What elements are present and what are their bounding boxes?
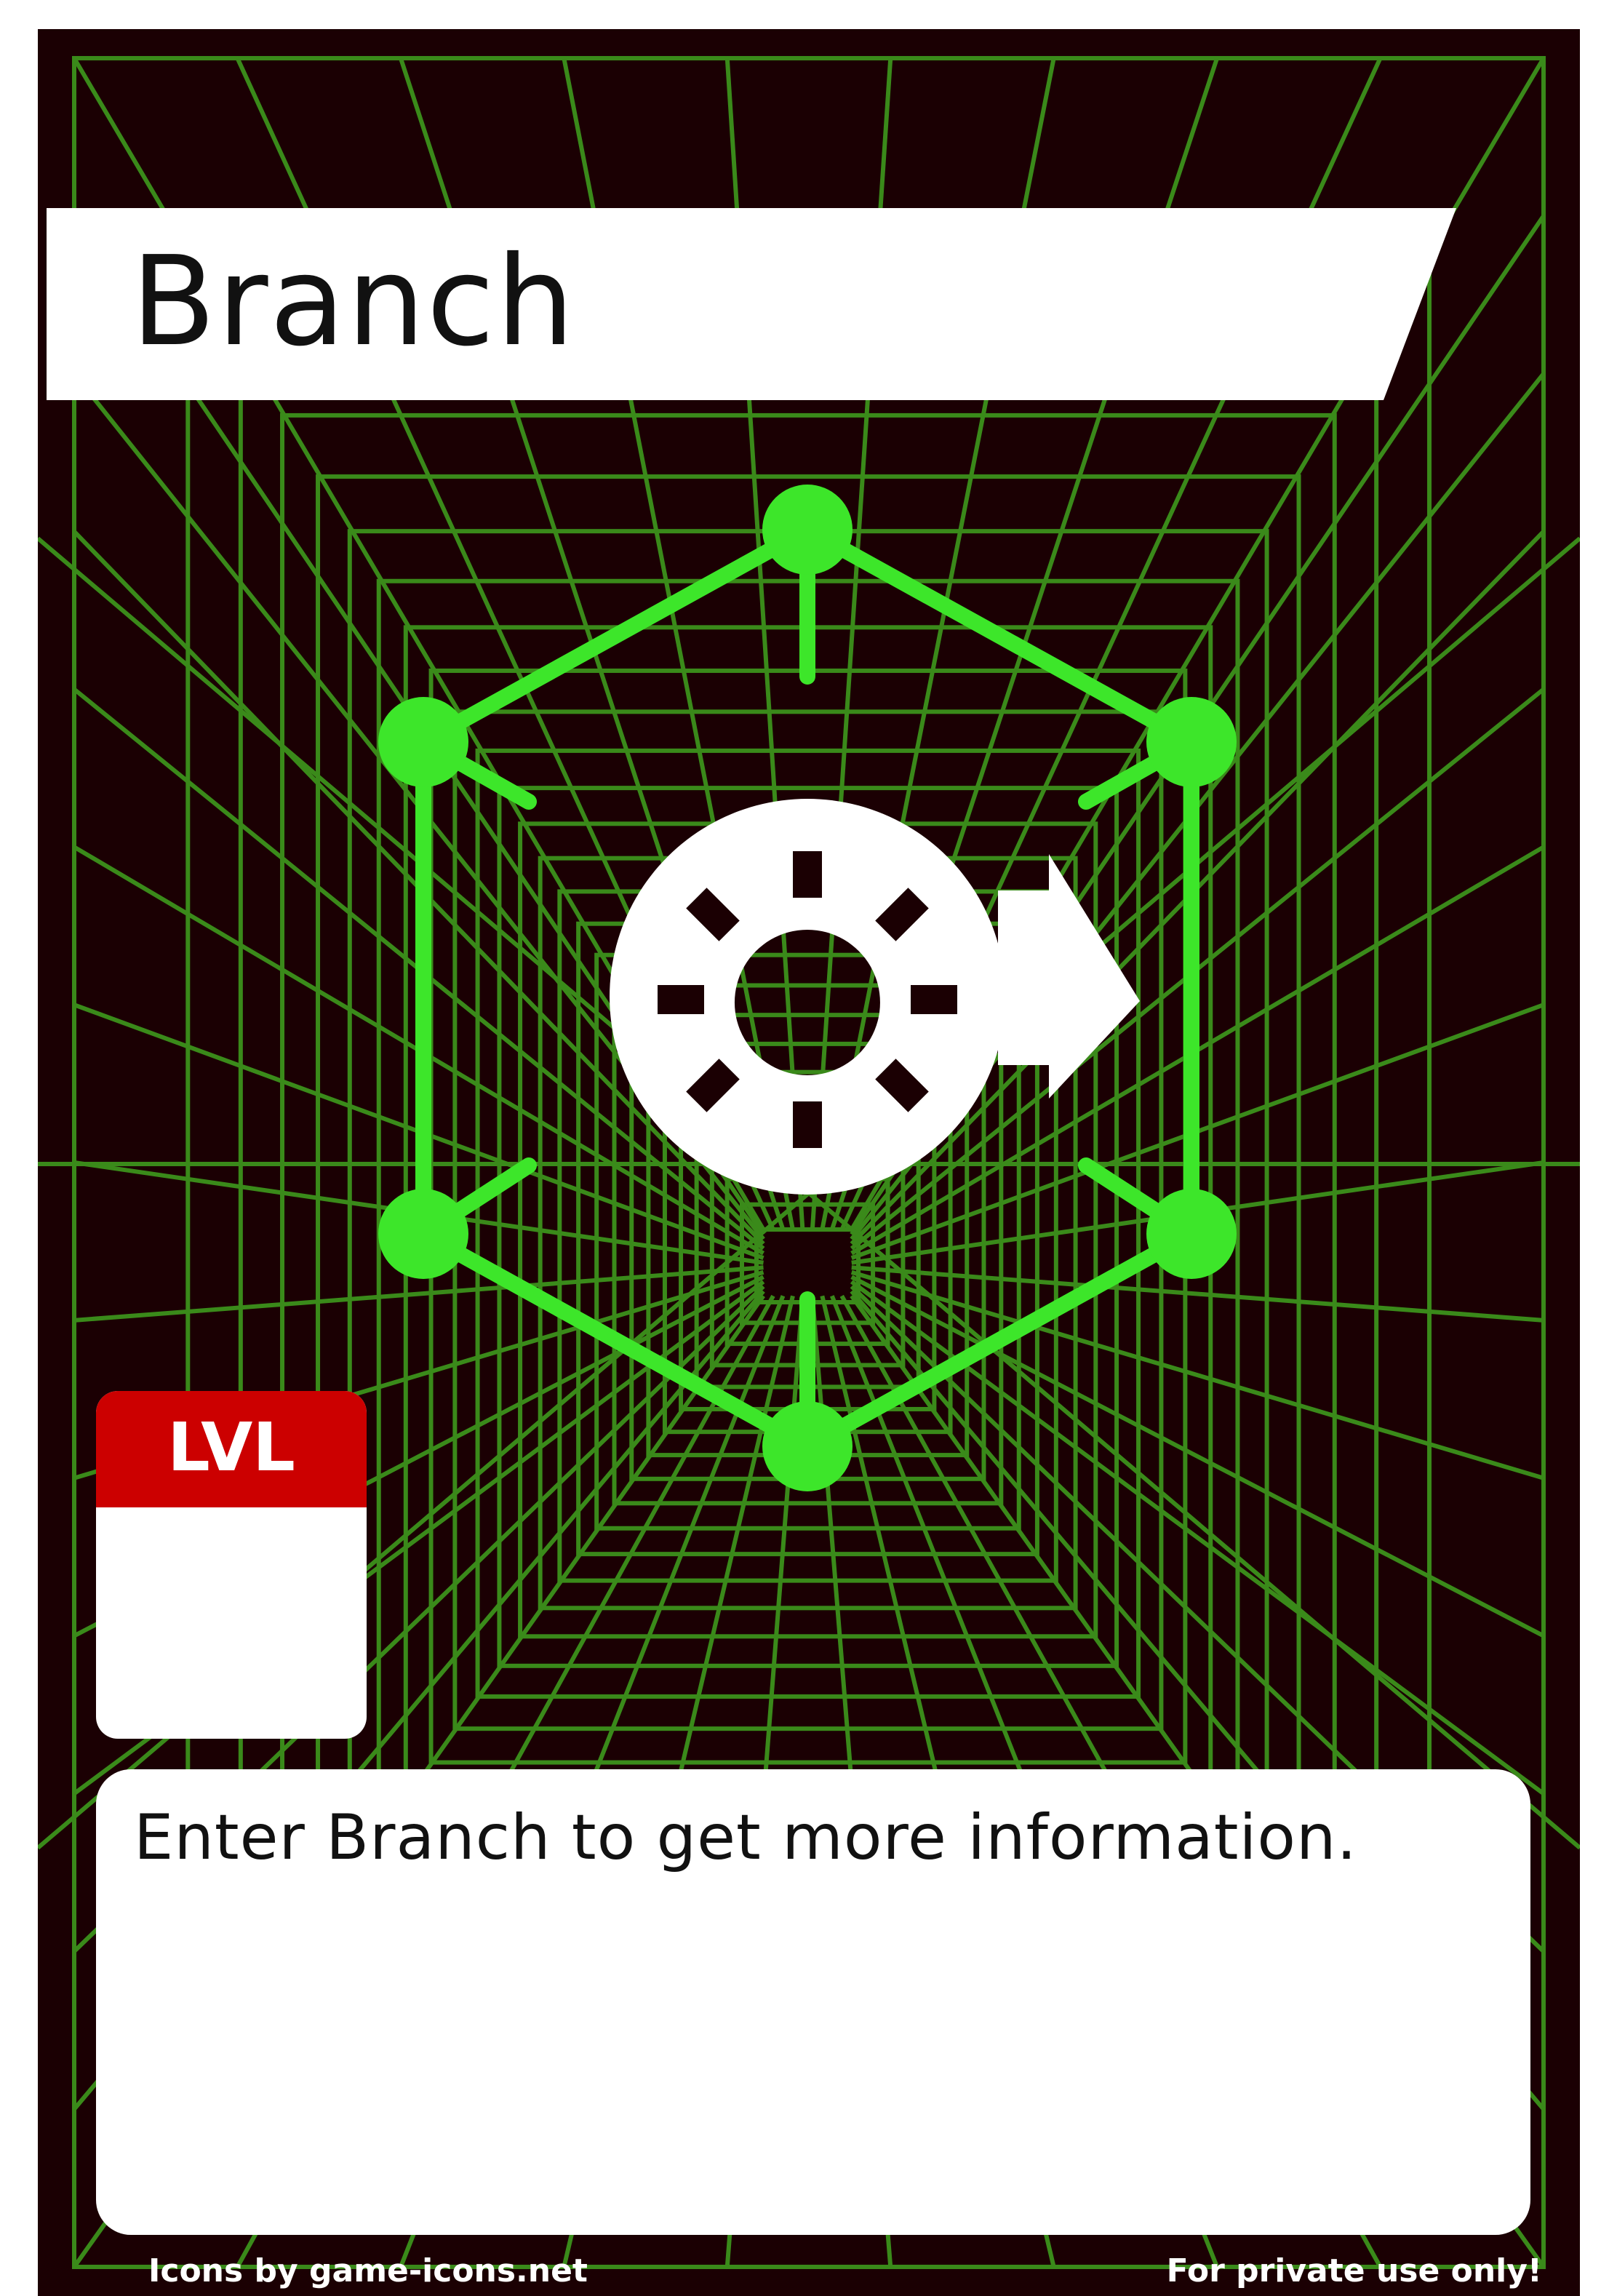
card-page: Branch LVL Enter Branch to get more info… bbox=[0, 0, 1617, 2296]
level-label: LVL bbox=[167, 1408, 295, 1486]
game-card[interactable]: Branch LVL Enter Branch to get more info… bbox=[38, 29, 1580, 2296]
level-badge: LVL bbox=[96, 1391, 367, 1739]
icon-credit: Icons by game-icons.net bbox=[148, 2252, 588, 2289]
description-panel: Enter Branch to get more information. bbox=[96, 1769, 1530, 2235]
usage-notice: For private use only! bbox=[1166, 2252, 1542, 2289]
level-badge-header: LVL bbox=[96, 1391, 367, 1507]
card-description: Enter Branch to get more information. bbox=[134, 1801, 1357, 1874]
